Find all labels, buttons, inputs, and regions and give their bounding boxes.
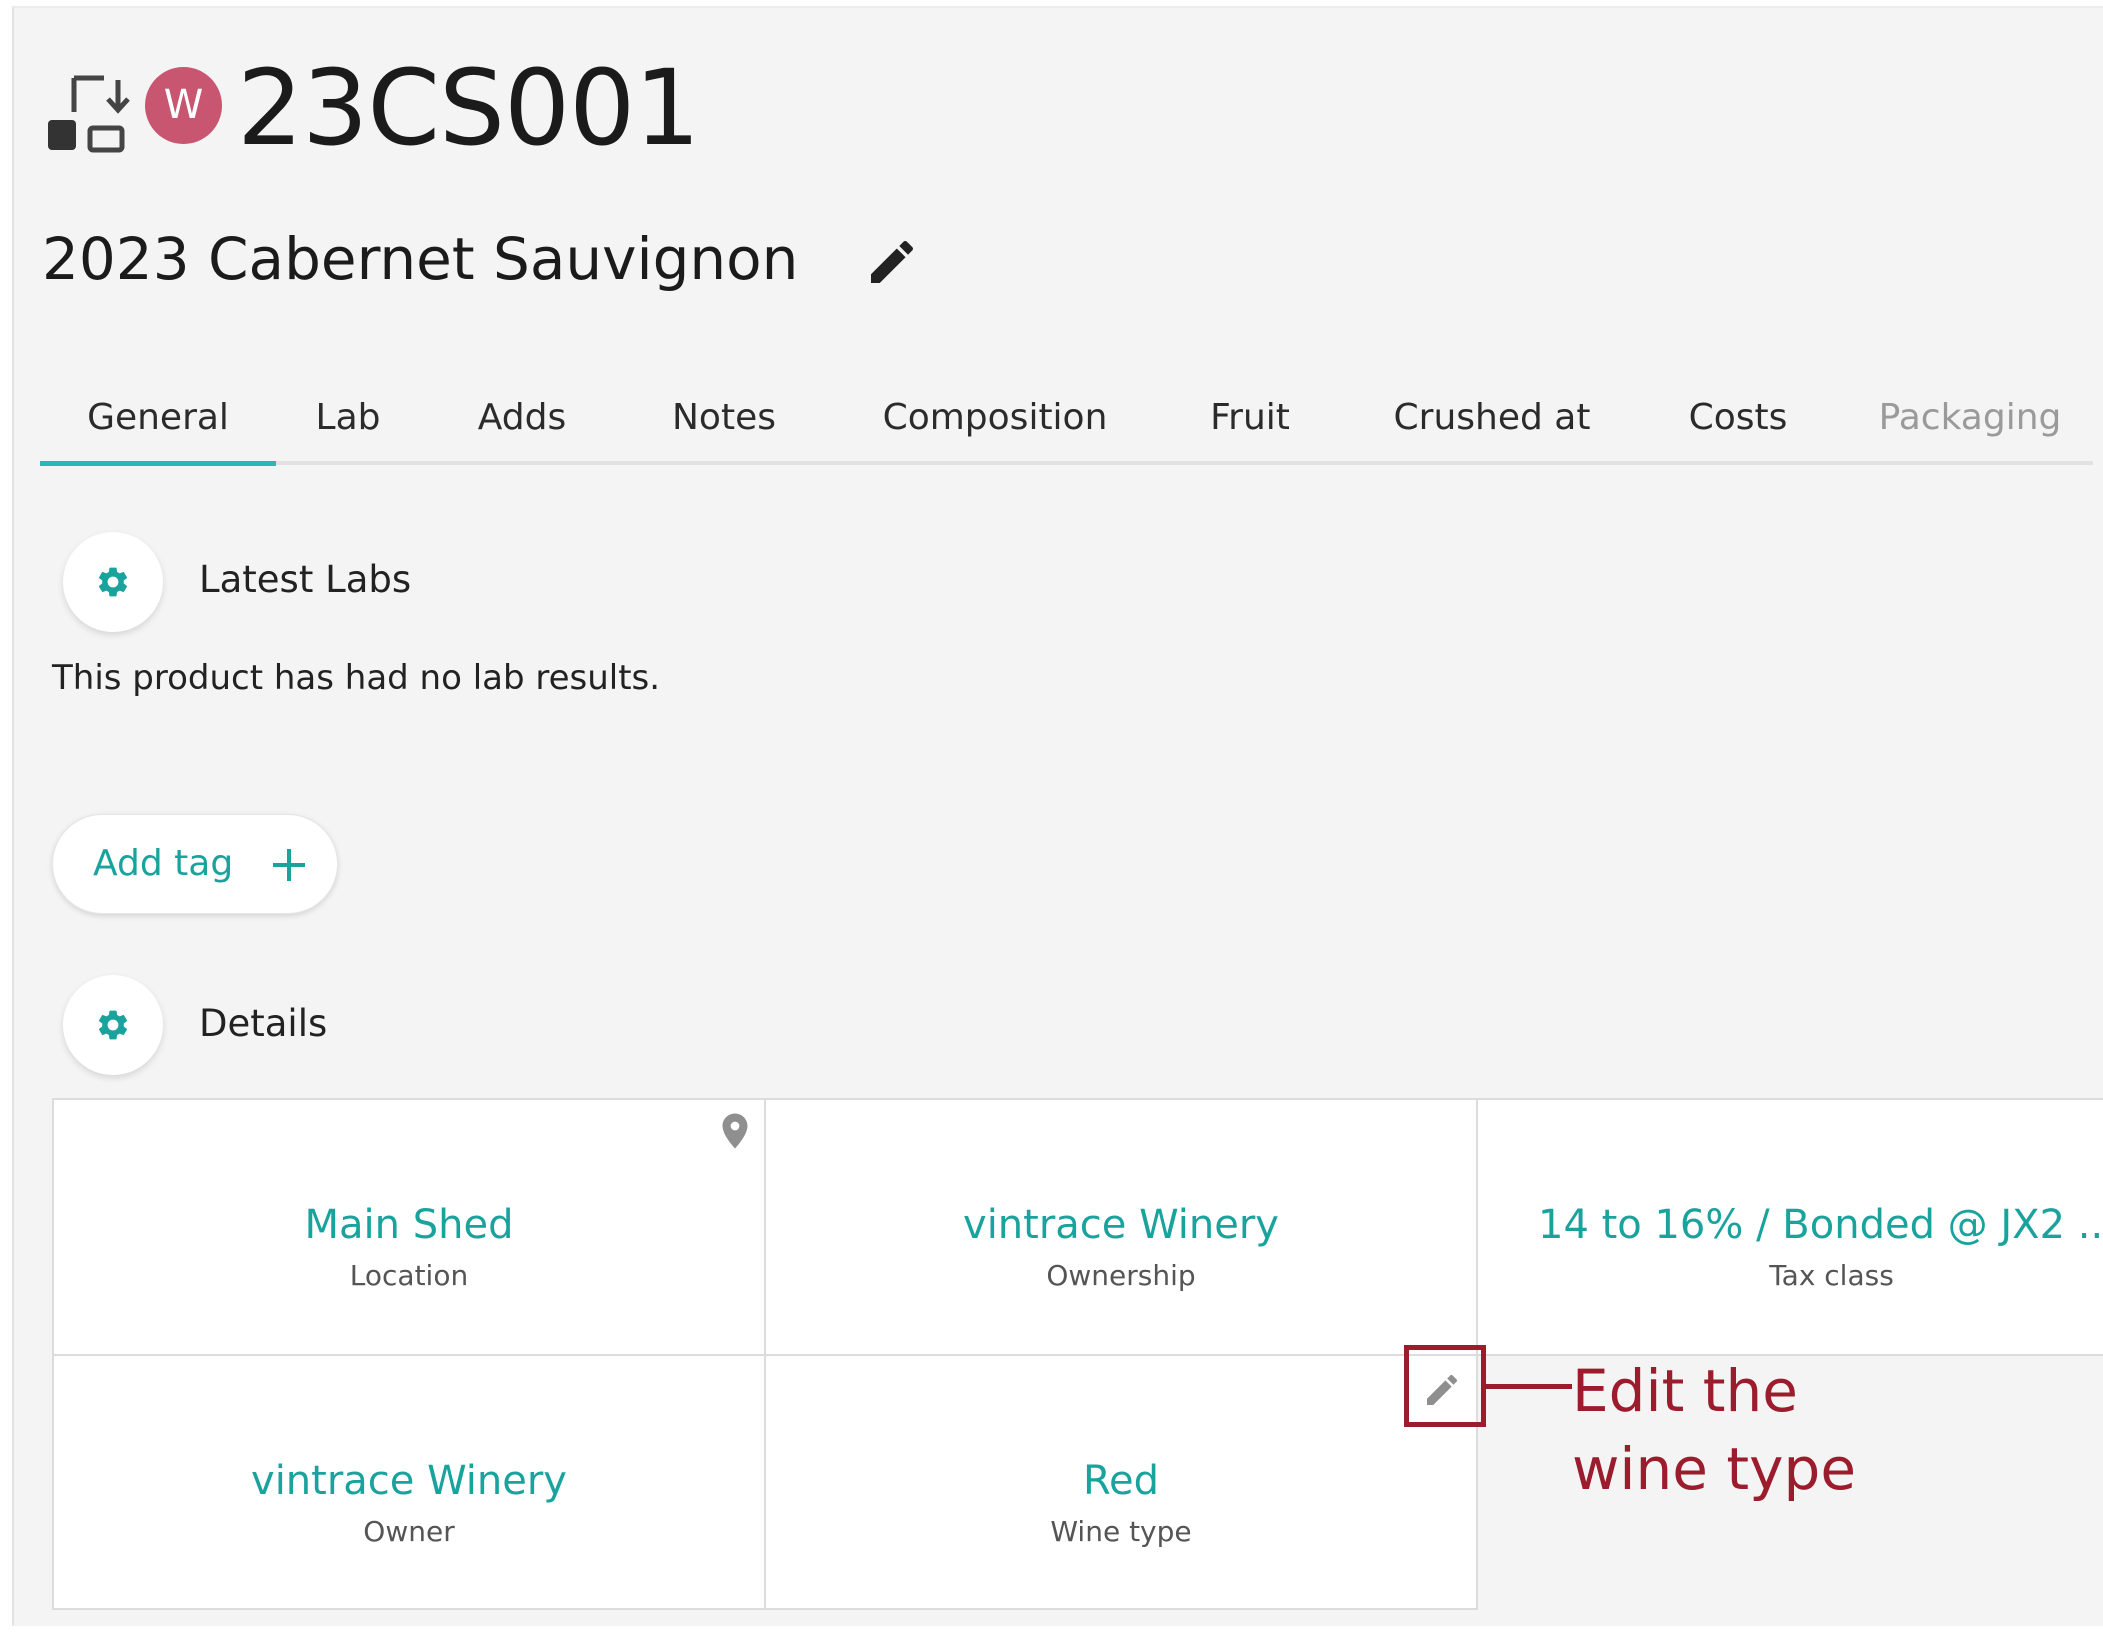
gear-icon xyxy=(98,1010,128,1040)
owner-value: vintrace Winery xyxy=(251,1458,567,1504)
plus-icon xyxy=(273,849,305,881)
tab-notes[interactable]: Notes xyxy=(654,385,794,461)
tab-composition[interactable]: Composition xyxy=(860,385,1130,461)
winery-avatar: W xyxy=(145,67,222,144)
tax-class-value: 14 to 16% / Bonded @ JX2 ... xyxy=(1538,1202,2103,1248)
location-pin-icon[interactable] xyxy=(720,1112,750,1150)
tab-crushed-at[interactable]: Crushed at xyxy=(1374,385,1610,461)
latest-labs-title: Latest Labs xyxy=(199,558,412,601)
annotation-text: Edit the wine type xyxy=(1572,1352,1972,1508)
tab-bar: General Lab Adds Notes Composition Fruit… xyxy=(40,385,2093,466)
tab-adds[interactable]: Adds xyxy=(460,385,584,461)
annotation-line-1: Edit the xyxy=(1572,1357,1798,1425)
product-code: 23CS001 xyxy=(237,47,700,169)
latest-labs-settings-button[interactable] xyxy=(63,532,163,632)
owner-label: Owner xyxy=(363,1515,455,1548)
add-tag-label: Add tag xyxy=(93,843,234,884)
detail-cell-wine-type[interactable]: Red Wine type xyxy=(764,1354,1478,1610)
page: W 23CS001 2023 Cabernet Sauvignon Genera… xyxy=(12,6,2103,1626)
tab-lab[interactable]: Lab xyxy=(298,385,398,461)
annotation-connector-line xyxy=(1486,1384,1572,1389)
tax-class-label: Tax class xyxy=(1769,1259,1894,1292)
add-tag-button[interactable]: Add tag xyxy=(52,814,338,914)
no-lab-results-message: This product has had no lab results. xyxy=(52,658,661,698)
ownership-label: Ownership xyxy=(1046,1259,1196,1292)
product-name: 2023 Cabernet Sauvignon xyxy=(42,225,799,293)
details-settings-button[interactable] xyxy=(63,975,163,1075)
detail-cell-tax-class[interactable]: 14 to 16% / Bonded @ JX2 ... Tax class xyxy=(1476,1098,2103,1356)
tab-general[interactable]: General xyxy=(40,385,276,466)
product-transfer-icon[interactable] xyxy=(46,72,136,162)
location-value: Main Shed xyxy=(304,1202,514,1248)
gear-icon xyxy=(98,567,128,597)
annotation-highlight-box xyxy=(1404,1345,1486,1427)
detail-cell-location[interactable]: Main Shed Location xyxy=(52,1098,766,1356)
detail-cell-owner[interactable]: vintrace Winery Owner xyxy=(52,1354,766,1610)
wine-type-value: Red xyxy=(1083,1458,1159,1504)
annotation-line-2: wine type xyxy=(1572,1435,1856,1503)
edit-name-pencil-icon[interactable] xyxy=(864,234,920,290)
tab-costs[interactable]: Costs xyxy=(1676,385,1800,461)
ownership-value: vintrace Winery xyxy=(963,1202,1279,1248)
wine-type-label: Wine type xyxy=(1050,1515,1192,1548)
detail-cell-ownership[interactable]: vintrace Winery Ownership xyxy=(764,1098,1478,1356)
tab-fruit[interactable]: Fruit xyxy=(1192,385,1308,461)
tab-packaging[interactable]: Packaging xyxy=(1870,385,2070,461)
location-label: Location xyxy=(349,1259,469,1292)
details-title: Details xyxy=(199,1002,328,1045)
